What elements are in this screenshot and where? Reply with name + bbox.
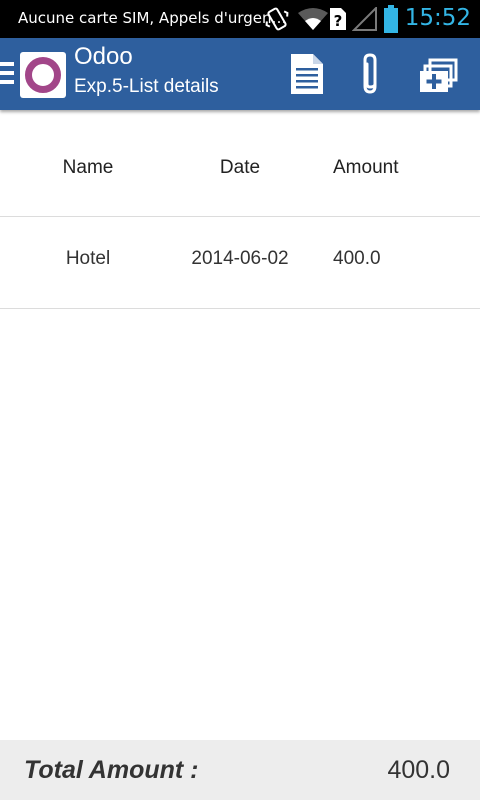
action-bar: Odoo Exp.5-List details	[0, 38, 480, 110]
battery-icon	[384, 5, 398, 33]
column-header-amount: Amount	[333, 157, 399, 178]
signal-icon	[352, 7, 377, 31]
status-time: 15:52	[404, 5, 471, 31]
attachment-icon[interactable]	[360, 52, 384, 96]
table-header: Name Date Amount	[0, 110, 480, 217]
menu-icon[interactable]	[0, 62, 14, 86]
column-header-name: Name	[62, 157, 114, 178]
wifi-icon	[298, 8, 328, 30]
status-carrier-text: Aucune carte SIM, Appels d'urgen…	[18, 9, 287, 27]
row-name-cell: Hotel	[65, 248, 111, 269]
total-footer: Total Amount : 400.0	[0, 740, 480, 800]
app-logo[interactable]	[20, 52, 66, 98]
total-label: Total Amount :	[24, 756, 199, 784]
page-subtitle: Exp.5-List details	[74, 76, 219, 97]
table-row[interactable]: Hotel 2014-06-02 400.0	[0, 217, 480, 309]
status-bar: Aucune carte SIM, Appels d'urgen… ? 15:5…	[0, 0, 480, 38]
svg-text:?: ?	[334, 12, 343, 30]
row-date-cell: 2014-06-02	[191, 248, 289, 269]
no-sim-icon: ?	[330, 8, 346, 30]
logo-ring-icon	[25, 57, 61, 93]
vibrate-icon	[265, 7, 289, 31]
document-icon[interactable]	[289, 52, 325, 96]
total-value: 400.0	[387, 756, 450, 784]
add-window-icon[interactable]	[418, 58, 460, 94]
row-amount-cell: 400.0	[333, 248, 381, 269]
app-title: Odoo	[74, 43, 133, 70]
column-header-date: Date	[219, 157, 261, 178]
